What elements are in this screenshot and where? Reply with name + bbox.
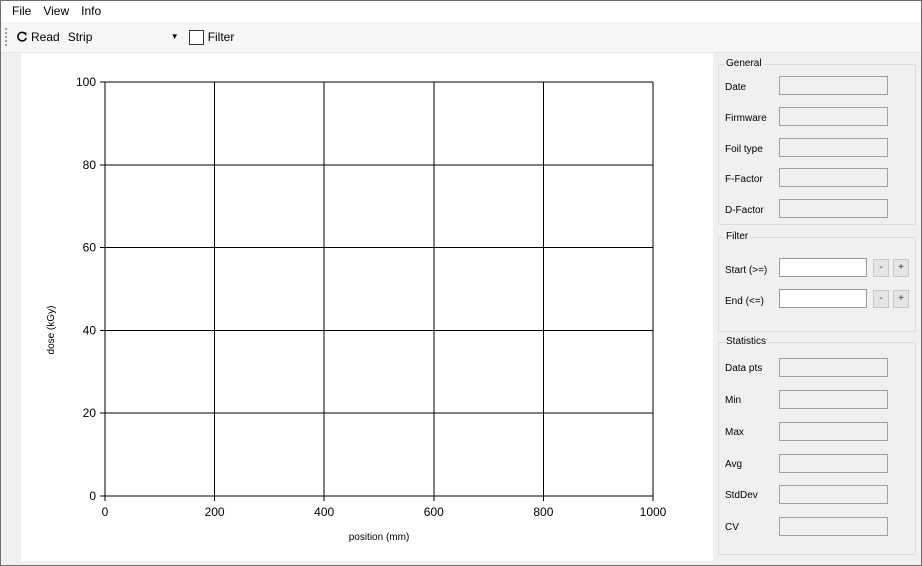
menu-bar: File View Info (1, 1, 921, 22)
y-axis-label: dose (kGy) (46, 306, 57, 355)
x-axis-label: position (mm) (349, 532, 410, 543)
stddev-label: StdDev (725, 490, 758, 501)
data-pts-label: Data pts (725, 363, 763, 374)
filter-group-title: Filter (724, 231, 751, 242)
stddev-field (779, 485, 888, 504)
read-button[interactable]: Read (13, 26, 63, 48)
toolbar: Read Strip ▼ Filter (1, 22, 921, 53)
y-tick-label: 100 (76, 75, 96, 89)
refresh-icon (17, 31, 28, 42)
avg-label: Avg (725, 459, 743, 470)
start-label: Start (>=) (725, 265, 768, 276)
min-label: Min (725, 395, 742, 406)
x-tick-label: 200 (205, 505, 225, 519)
f-factor-label: F-Factor (725, 174, 763, 185)
chart-ticks (100, 81, 654, 501)
checkbox-icon (188, 29, 204, 45)
start-input[interactable] (779, 258, 867, 277)
read-button-label: Read (31, 30, 60, 44)
app-window: File View Info Read Strip ▼ Filter 0 200 4… (0, 0, 922, 566)
menu-info[interactable]: Info (76, 1, 108, 22)
filter-checkbox[interactable]: Filter (188, 29, 235, 45)
foil-type-field (779, 138, 888, 157)
y-tick-label: 80 (83, 158, 97, 172)
dropdown-arrow-icon: ▼ (170, 32, 179, 41)
max-label: Max (725, 427, 744, 438)
firmware-label: Firmware (725, 113, 767, 124)
general-group-title: General (724, 58, 764, 69)
chart-area: 0 200 400 600 800 1000 0 20 40 60 80 100 position (… (21, 53, 713, 561)
chart-grid (104, 81, 654, 497)
chart-tick-labels: 0 200 400 600 800 1000 0 20 40 60 80 100 (76, 75, 667, 519)
general-group: General Date Firmware Foil type F-Factor… (718, 58, 916, 225)
date-field (779, 76, 888, 95)
end-input[interactable] (779, 289, 867, 308)
x-tick-label: 400 (314, 505, 334, 519)
start-decrement-button[interactable]: - (873, 259, 889, 277)
max-field (779, 422, 888, 441)
mode-select[interactable]: Strip ▼ (67, 27, 185, 47)
end-increment-button[interactable]: + (893, 290, 909, 308)
y-tick-label: 40 (83, 323, 97, 337)
mode-select-value: Strip (67, 30, 93, 44)
end-decrement-button[interactable]: - (873, 290, 889, 308)
y-tick-label: 20 (83, 406, 97, 420)
d-factor-field (779, 199, 888, 218)
right-panel: General Date Firmware Foil type F-Factor… (713, 53, 921, 565)
y-tick-label: 0 (89, 489, 96, 503)
cv-label: CV (725, 522, 739, 533)
menu-file[interactable]: File (7, 1, 38, 22)
filter-group: Filter Start (>=) - + End (<=) - + (718, 231, 916, 332)
x-tick-label: 1000 (640, 505, 667, 519)
y-tick-label: 60 (83, 241, 97, 255)
x-tick-label: 0 (102, 505, 109, 519)
f-factor-field (779, 168, 888, 187)
avg-field (779, 454, 888, 473)
menu-view[interactable]: View (38, 1, 76, 22)
data-pts-field (779, 358, 888, 377)
date-label: Date (725, 82, 747, 93)
x-tick-label: 600 (424, 505, 444, 519)
d-factor-label: D-Factor (725, 205, 764, 216)
statistics-group: Statistics Data pts Min Max Avg StdDev C… (718, 336, 916, 555)
min-field (779, 390, 888, 409)
cv-field (779, 517, 888, 536)
firmware-field (779, 107, 888, 126)
foil-type-label: Foil type (725, 144, 763, 155)
end-label: End (<=) (725, 296, 764, 307)
start-increment-button[interactable]: + (893, 259, 909, 277)
dose-chart: 0 200 400 600 800 1000 0 20 40 60 80 100 position (… (46, 75, 667, 543)
toolbar-grip[interactable] (5, 28, 8, 46)
statistics-group-title: Statistics (724, 336, 769, 347)
filter-checkbox-label: Filter (207, 30, 235, 44)
x-tick-label: 800 (533, 505, 553, 519)
